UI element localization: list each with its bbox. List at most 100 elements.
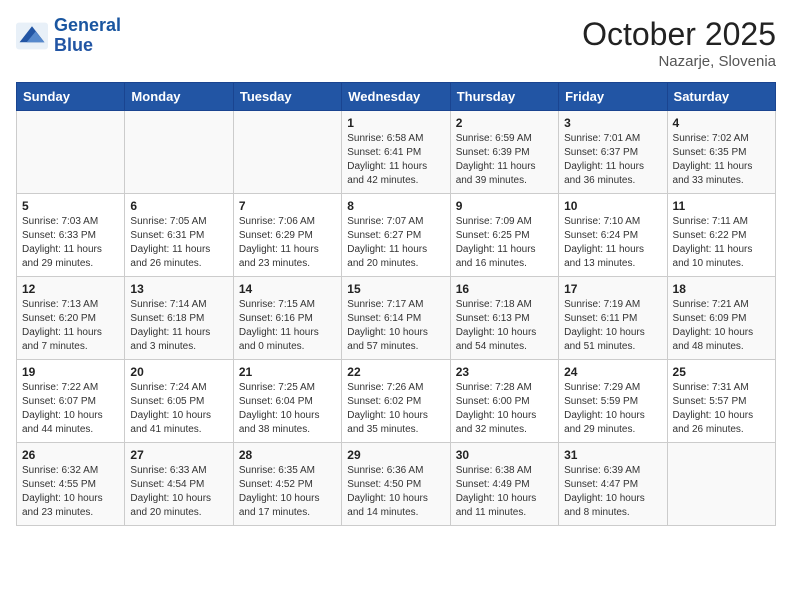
day-number: 3 bbox=[564, 116, 661, 130]
calendar-week-row: 12Sunrise: 7:13 AM Sunset: 6:20 PM Dayli… bbox=[17, 277, 776, 360]
day-number: 30 bbox=[456, 448, 553, 462]
weekday-header-monday: Monday bbox=[125, 83, 233, 111]
calendar-cell: 9 Sunrise: 7:09 AM Sunset: 6:25 PM Daylig… bbox=[450, 194, 558, 277]
weekday-header-tuesday: Tuesday bbox=[233, 83, 341, 111]
day-number: 14 bbox=[239, 282, 336, 296]
day-info: Sunrise: 6:36 AM Sunset: 4:50 PM Dayligh… bbox=[347, 464, 444, 520]
day-number: 21 bbox=[239, 365, 336, 379]
day-number: 17 bbox=[564, 282, 661, 296]
weekday-header-saturday: Saturday bbox=[667, 83, 775, 111]
month-title: October 2025 bbox=[582, 16, 776, 53]
day-number: 26 bbox=[22, 448, 119, 462]
day-info: Sunrise: 7:09 AM Sunset: 6:25 PM Dayligh… bbox=[456, 215, 553, 271]
calendar-cell: 23 Sunrise: 7:28 AM Sunset: 6:00 PM Dayli… bbox=[450, 360, 558, 443]
day-info: Sunrise: 7:21 AM Sunset: 6:09 PM Dayligh… bbox=[673, 298, 770, 354]
day-info: Sunrise: 6:32 AM Sunset: 4:55 PM Dayligh… bbox=[22, 464, 119, 520]
calendar-cell: 12Sunrise: 7:13 AM Sunset: 6:20 PM Dayli… bbox=[17, 277, 125, 360]
day-number: 15 bbox=[347, 282, 444, 296]
day-number: 28 bbox=[239, 448, 336, 462]
day-info: Sunrise: 7:13 AM Sunset: 6:20 PM Dayligh… bbox=[22, 298, 119, 354]
day-number: 5 bbox=[22, 199, 119, 213]
day-info: Sunrise: 6:38 AM Sunset: 4:49 PM Dayligh… bbox=[456, 464, 553, 520]
page-header: General Blue October 2025 Nazarje, Slove… bbox=[16, 16, 776, 70]
calendar-cell: 22 Sunrise: 7:26 AM Sunset: 6:02 PM Dayli… bbox=[342, 360, 450, 443]
day-number: 16 bbox=[456, 282, 553, 296]
calendar-cell: 1Sunrise: 6:58 AM Sunset: 6:41 PM Daylig… bbox=[342, 111, 450, 194]
weekday-header-wednesday: Wednesday bbox=[342, 83, 450, 111]
calendar-cell: 3 Sunrise: 7:01 AM Sunset: 6:37 PM Daylig… bbox=[559, 111, 667, 194]
day-info: Sunrise: 7:02 AM Sunset: 6:35 PM Dayligh… bbox=[673, 132, 770, 188]
calendar-cell bbox=[667, 443, 775, 526]
day-info: Sunrise: 7:07 AM Sunset: 6:27 PM Dayligh… bbox=[347, 215, 444, 271]
calendar-cell: 25 Sunrise: 7:31 AM Sunset: 5:57 PM Dayli… bbox=[667, 360, 775, 443]
day-info: Sunrise: 6:39 AM Sunset: 4:47 PM Dayligh… bbox=[564, 464, 661, 520]
day-info: Sunrise: 7:03 AM Sunset: 6:33 PM Dayligh… bbox=[22, 215, 119, 271]
day-number: 22 bbox=[347, 365, 444, 379]
calendar-cell: 20Sunrise: 7:24 AM Sunset: 6:05 PM Dayli… bbox=[125, 360, 233, 443]
day-info: Sunrise: 7:14 AM Sunset: 6:18 PM Dayligh… bbox=[130, 298, 227, 354]
day-number: 25 bbox=[673, 365, 770, 379]
day-number: 23 bbox=[456, 365, 553, 379]
calendar-cell: 14 Sunrise: 7:15 AM Sunset: 6:16 PM Dayli… bbox=[233, 277, 341, 360]
weekday-header-row: SundayMondayTuesdayWednesdayThursdayFrid… bbox=[17, 83, 776, 111]
logo-icon bbox=[16, 22, 48, 50]
calendar-cell: 18 Sunrise: 7:21 AM Sunset: 6:09 PM Dayli… bbox=[667, 277, 775, 360]
calendar-cell: 13 Sunrise: 7:14 AM Sunset: 6:18 PM Dayli… bbox=[125, 277, 233, 360]
calendar-cell: 10Sunrise: 7:10 AM Sunset: 6:24 PM Dayli… bbox=[559, 194, 667, 277]
day-info: Sunrise: 7:15 AM Sunset: 6:16 PM Dayligh… bbox=[239, 298, 336, 354]
day-info: Sunrise: 6:59 AM Sunset: 6:39 PM Dayligh… bbox=[456, 132, 553, 188]
calendar-cell: 26 Sunrise: 6:32 AM Sunset: 4:55 PM Dayli… bbox=[17, 443, 125, 526]
calendar-cell: 31 Sunrise: 6:39 AM Sunset: 4:47 PM Dayli… bbox=[559, 443, 667, 526]
calendar-cell: 8 Sunrise: 7:07 AM Sunset: 6:27 PM Daylig… bbox=[342, 194, 450, 277]
day-info: Sunrise: 7:29 AM Sunset: 5:59 PM Dayligh… bbox=[564, 381, 661, 437]
logo: General Blue bbox=[16, 16, 121, 56]
day-info: Sunrise: 7:28 AM Sunset: 6:00 PM Dayligh… bbox=[456, 381, 553, 437]
calendar-table: SundayMondayTuesdayWednesdayThursdayFrid… bbox=[16, 82, 776, 526]
calendar-cell: 30 Sunrise: 6:38 AM Sunset: 4:49 PM Dayli… bbox=[450, 443, 558, 526]
weekday-header-thursday: Thursday bbox=[450, 83, 558, 111]
calendar-week-row: 1Sunrise: 6:58 AM Sunset: 6:41 PM Daylig… bbox=[17, 111, 776, 194]
calendar-cell: 6Sunrise: 7:05 AM Sunset: 6:31 PM Daylig… bbox=[125, 194, 233, 277]
day-info: Sunrise: 7:22 AM Sunset: 6:07 PM Dayligh… bbox=[22, 381, 119, 437]
calendar-cell: 16 Sunrise: 7:18 AM Sunset: 6:13 PM Dayli… bbox=[450, 277, 558, 360]
day-number: 8 bbox=[347, 199, 444, 213]
day-info: Sunrise: 7:24 AM Sunset: 6:05 PM Dayligh… bbox=[130, 381, 227, 437]
day-info: Sunrise: 7:01 AM Sunset: 6:37 PM Dayligh… bbox=[564, 132, 661, 188]
day-info: Sunrise: 7:06 AM Sunset: 6:29 PM Dayligh… bbox=[239, 215, 336, 271]
day-number: 6 bbox=[130, 199, 227, 213]
calendar-cell: 28 Sunrise: 6:35 AM Sunset: 4:52 PM Dayli… bbox=[233, 443, 341, 526]
day-number: 31 bbox=[564, 448, 661, 462]
day-info: Sunrise: 6:58 AM Sunset: 6:41 PM Dayligh… bbox=[347, 132, 444, 188]
day-info: Sunrise: 7:25 AM Sunset: 6:04 PM Dayligh… bbox=[239, 381, 336, 437]
day-number: 18 bbox=[673, 282, 770, 296]
calendar-cell bbox=[17, 111, 125, 194]
day-number: 7 bbox=[239, 199, 336, 213]
weekday-header-friday: Friday bbox=[559, 83, 667, 111]
calendar-cell: 7 Sunrise: 7:06 AM Sunset: 6:29 PM Daylig… bbox=[233, 194, 341, 277]
calendar-week-row: 26 Sunrise: 6:32 AM Sunset: 4:55 PM Dayli… bbox=[17, 443, 776, 526]
calendar-week-row: 19 Sunrise: 7:22 AM Sunset: 6:07 PM Dayli… bbox=[17, 360, 776, 443]
day-info: Sunrise: 7:26 AM Sunset: 6:02 PM Dayligh… bbox=[347, 381, 444, 437]
day-number: 27 bbox=[130, 448, 227, 462]
day-number: 4 bbox=[673, 116, 770, 130]
day-number: 10 bbox=[564, 199, 661, 213]
calendar-cell bbox=[125, 111, 233, 194]
day-number: 13 bbox=[130, 282, 227, 296]
calendar-cell: 11 Sunrise: 7:11 AM Sunset: 6:22 PM Dayli… bbox=[667, 194, 775, 277]
calendar-cell: 4 Sunrise: 7:02 AM Sunset: 6:35 PM Daylig… bbox=[667, 111, 775, 194]
calendar-cell: 5 Sunrise: 7:03 AM Sunset: 6:33 PM Daylig… bbox=[17, 194, 125, 277]
day-info: Sunrise: 7:11 AM Sunset: 6:22 PM Dayligh… bbox=[673, 215, 770, 271]
day-number: 19 bbox=[22, 365, 119, 379]
day-number: 24 bbox=[564, 365, 661, 379]
day-number: 9 bbox=[456, 199, 553, 213]
day-info: Sunrise: 6:33 AM Sunset: 4:54 PM Dayligh… bbox=[130, 464, 227, 520]
calendar-cell: 19 Sunrise: 7:22 AM Sunset: 6:07 PM Dayli… bbox=[17, 360, 125, 443]
calendar-cell: 29Sunrise: 6:36 AM Sunset: 4:50 PM Dayli… bbox=[342, 443, 450, 526]
logo-general: General bbox=[54, 15, 121, 35]
day-number: 11 bbox=[673, 199, 770, 213]
day-info: Sunrise: 7:19 AM Sunset: 6:11 PM Dayligh… bbox=[564, 298, 661, 354]
location: Nazarje, Slovenia bbox=[582, 53, 776, 70]
day-info: Sunrise: 7:31 AM Sunset: 5:57 PM Dayligh… bbox=[673, 381, 770, 437]
day-info: Sunrise: 6:35 AM Sunset: 4:52 PM Dayligh… bbox=[239, 464, 336, 520]
day-info: Sunrise: 7:18 AM Sunset: 6:13 PM Dayligh… bbox=[456, 298, 553, 354]
